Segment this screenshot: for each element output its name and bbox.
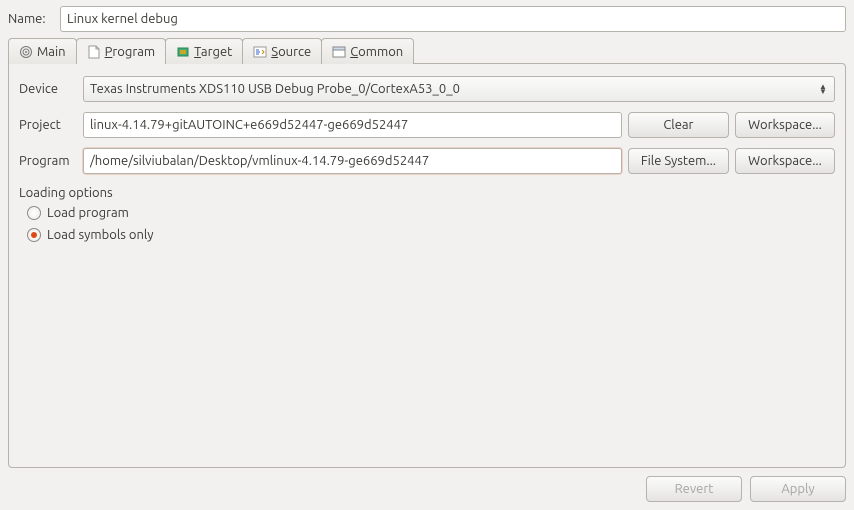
tab-label: Program: [105, 45, 156, 59]
device-label: Device: [19, 82, 77, 96]
chip-icon: [176, 45, 190, 59]
filesystem-button[interactable]: File System...: [628, 148, 729, 174]
program-workspace-button[interactable]: Workspace...: [735, 148, 835, 174]
project-workspace-button[interactable]: Workspace...: [735, 112, 835, 138]
source-icon: [253, 45, 267, 59]
project-input[interactable]: [83, 112, 622, 138]
tab-label: Target: [194, 45, 232, 59]
radio-icon: [27, 228, 41, 242]
apply-button[interactable]: Apply: [750, 476, 846, 502]
document-icon: [87, 45, 101, 59]
radio-label: Load program: [47, 206, 129, 220]
radio-load-symbols[interactable]: Load symbols only: [27, 228, 835, 242]
radio-icon: [27, 206, 41, 220]
tab-program[interactable]: Program: [76, 38, 167, 64]
program-input[interactable]: [83, 148, 622, 174]
device-combo[interactable]: Texas Instruments XDS110 USB Debug Probe…: [83, 76, 835, 102]
tab-label: Main: [37, 45, 66, 59]
name-input[interactable]: [60, 6, 846, 32]
tab-common[interactable]: Common: [321, 38, 414, 64]
tab-label: Source: [271, 45, 311, 59]
updown-icon: ▲▼: [818, 84, 828, 94]
clear-button[interactable]: Clear: [628, 112, 729, 138]
tab-target[interactable]: Target: [165, 38, 243, 64]
window-icon: [332, 45, 346, 59]
name-label: Name:: [8, 12, 54, 26]
revert-button[interactable]: Revert: [646, 476, 742, 502]
radio-label: Load symbols only: [47, 228, 154, 242]
tab-label: Common: [350, 45, 403, 59]
radio-load-program[interactable]: Load program: [27, 206, 835, 220]
device-value: Texas Instruments XDS110 USB Debug Probe…: [90, 82, 460, 96]
tab-main[interactable]: Main: [8, 38, 77, 64]
tab-source[interactable]: Source: [242, 38, 322, 64]
program-label: Program: [19, 154, 77, 168]
tab-strip: Main Program Target Source: [8, 38, 846, 64]
loading-options-title: Loading options: [19, 186, 835, 200]
project-label: Project: [19, 118, 77, 132]
program-tab-panel: Device Texas Instruments XDS110 USB Debu…: [8, 63, 846, 468]
target-icon: [19, 45, 33, 59]
